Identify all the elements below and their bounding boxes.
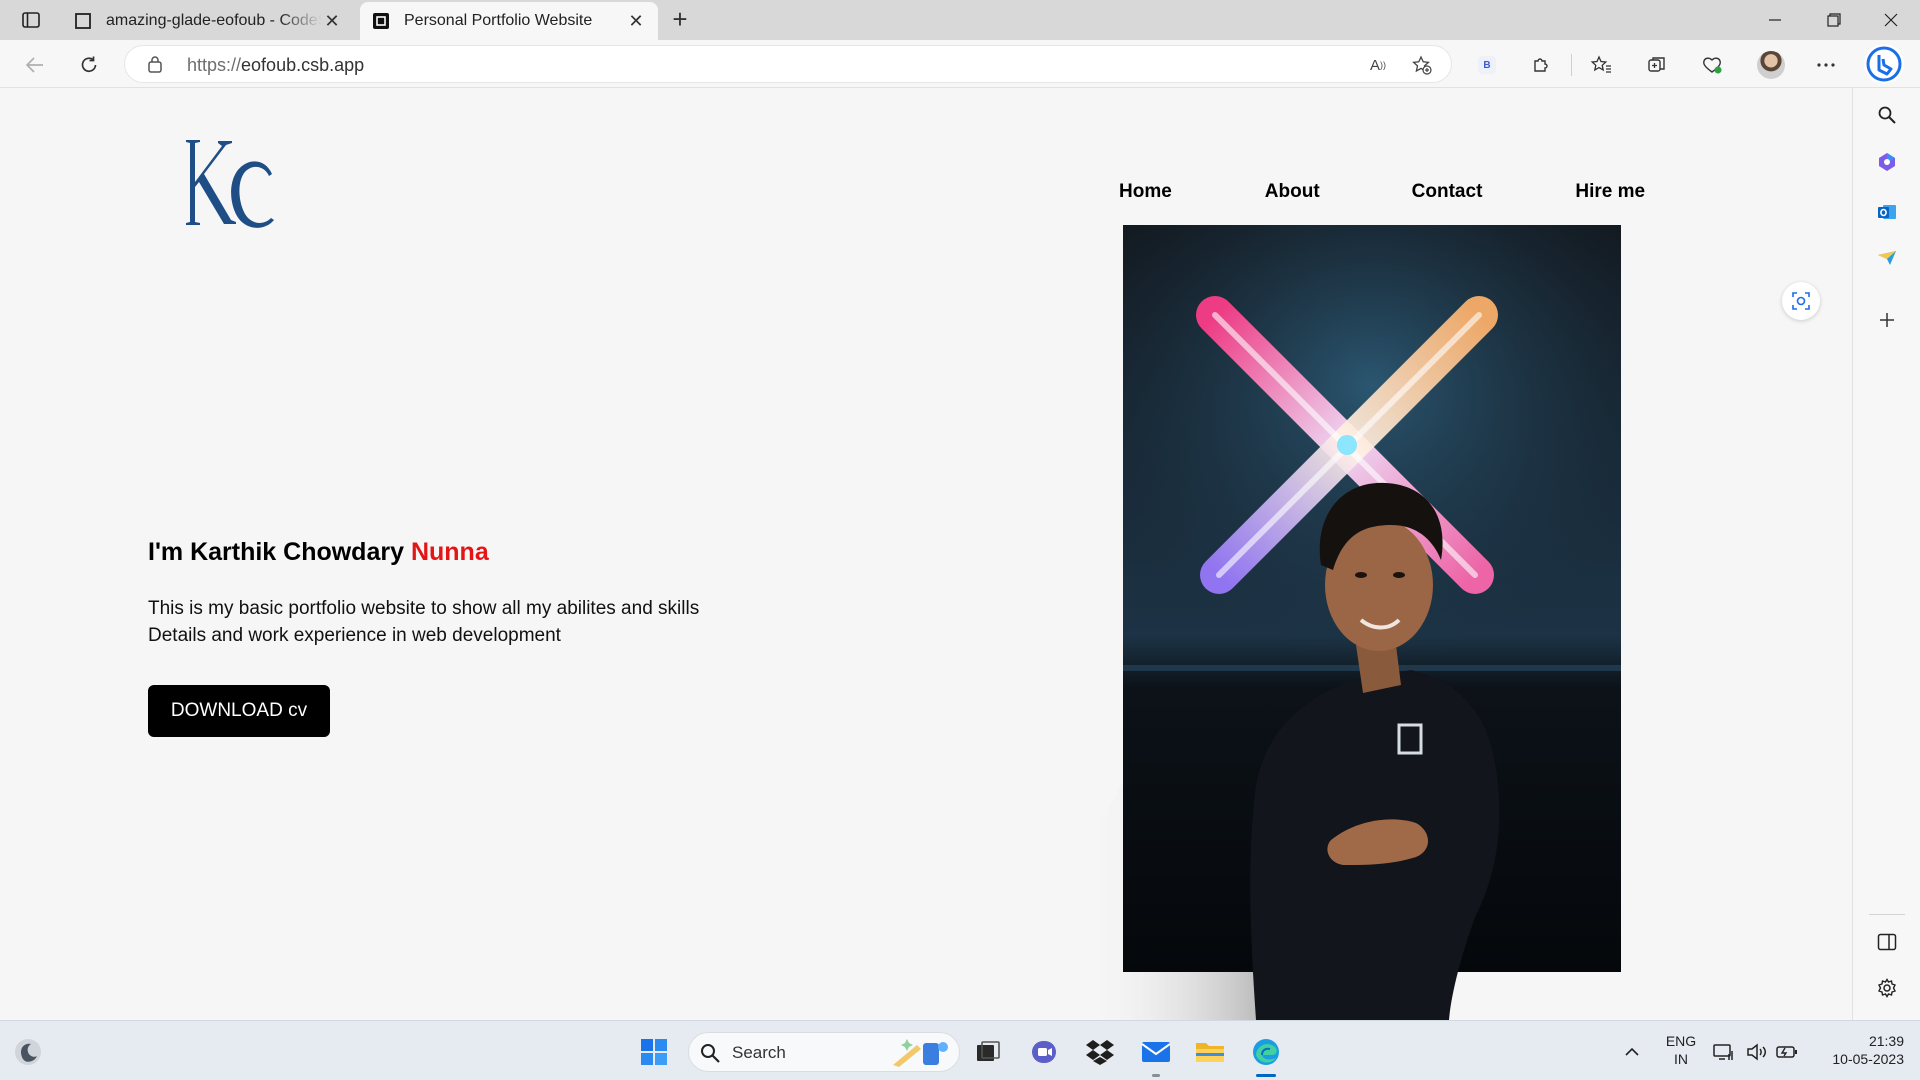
close-tab-icon[interactable]: ✕ [322,11,342,31]
tools-icon[interactable] [1873,148,1901,176]
task-view-icon[interactable] [970,1034,1006,1070]
settings-gear-icon[interactable] [1873,974,1901,1002]
add-sidebar-app-icon[interactable] [1873,306,1901,334]
windows-taskbar: Search ENG IN 21:39 10-05-2023 [0,1020,1920,1080]
nav-hire-me[interactable]: Hire me [1575,181,1645,203]
start-windows-icon[interactable] [636,1034,672,1070]
close-tab-icon[interactable]: ✕ [626,11,646,31]
restore-button[interactable] [1806,0,1862,40]
search-icon [701,1044,720,1063]
search-highlight-icon [893,1039,948,1067]
more-options-icon[interactable] [1811,50,1841,80]
outlook-icon[interactable] [1873,198,1901,226]
add-favorite-icon[interactable] [1409,53,1435,77]
profile-avatar[interactable] [1756,50,1786,80]
tab-codesandbox[interactable]: amazing-glade-eofoub - CodeSandbox ✕ [62,2,354,40]
hero-description: This is my basic portfolio website to sh… [148,595,788,649]
taskbar-search[interactable]: Search [688,1032,960,1072]
hide-sidebar-icon[interactable] [1873,928,1901,956]
hero-name-prefix: I'm Karthik Chowdary [148,538,411,566]
lock-icon[interactable] [147,55,163,73]
open-app-indicator [1152,1074,1160,1077]
edge-sidebar [1852,88,1920,1020]
refresh-button[interactable] [74,50,104,80]
tab-bar: amazing-glade-eofoub - CodeSandbox ✕ Per… [0,0,1920,40]
tab-title: amazing-glade-eofoub - CodeSandbox [106,12,322,29]
portfolio-favicon-icon [373,13,389,29]
active-app-indicator [1256,1074,1276,1077]
read-aloud-icon[interactable]: A)) [1365,53,1391,77]
address-bar[interactable]: https://eofoub.csb.app A)) [124,45,1452,83]
new-tab-button[interactable]: + [666,6,694,32]
url-text[interactable]: https://eofoub.csb.app [187,55,364,76]
hero-name-highlight: Nunna [410,538,489,566]
network-icon[interactable] [1710,1034,1736,1070]
collections-icon[interactable] [1642,50,1672,80]
sidebar-divider [1869,914,1905,915]
mail-icon[interactable] [1138,1034,1174,1070]
profile-photo [1081,225,1621,1020]
widgets-icon[interactable] [10,1034,46,1070]
volume-icon[interactable] [1744,1034,1770,1070]
search-icon[interactable] [1873,101,1901,129]
extension-badge-icon[interactable]: B [1472,50,1502,80]
extensions-icon[interactable] [1526,50,1556,80]
edge-browser-icon[interactable] [1248,1034,1284,1070]
send-icon[interactable] [1873,244,1901,272]
nav-home[interactable]: Home [1119,181,1172,203]
kc-logo[interactable] [174,134,284,246]
codesandbox-favicon-icon [75,13,91,29]
main-nav: Home About Contact Hire me [1119,181,1645,203]
nav-about[interactable]: About [1265,181,1320,203]
file-explorer-icon[interactable] [1192,1034,1228,1070]
favorites-icon[interactable] [1586,50,1616,80]
show-hidden-icons-chevron-icon[interactable] [1614,1034,1650,1070]
nav-contact[interactable]: Contact [1412,181,1483,203]
page-viewport: Home About Contact Hire me I'm Karthik C… [0,88,1852,1020]
dropbox-icon[interactable] [1082,1034,1118,1070]
download-cv-button[interactable]: DOWNLOAD cv [148,685,330,737]
language-indicator[interactable]: ENG IN [1662,1032,1700,1068]
close-window-button[interactable] [1863,0,1919,40]
tab-title: Personal Portfolio Website [404,12,593,29]
tab-portfolio[interactable]: Personal Portfolio Website ✕ [360,2,658,40]
hero-description-line1: This is my basic portfolio website to sh… [148,598,700,619]
clock[interactable]: 21:39 10-05-2023 [1810,1032,1904,1068]
search-placeholder: Search [732,1043,786,1062]
browser-essentials-icon[interactable] [1697,50,1727,80]
minimize-button[interactable] [1747,0,1803,40]
hero-description-line2: Details and work experience in web devel… [148,625,561,646]
bing-copilot-icon[interactable] [1864,44,1904,84]
toolbar-divider [1571,54,1572,76]
clock-time: 21:39 [1868,1033,1904,1049]
tab-actions-icon[interactable] [14,8,48,32]
battery-icon[interactable] [1774,1034,1800,1070]
back-button[interactable] [20,50,50,80]
hero-heading: I'm Karthik Chowdary Nunna [148,538,489,567]
clock-date: 10-05-2023 [1832,1051,1904,1067]
teams-chat-icon[interactable] [1026,1034,1062,1070]
browser-toolbar: https://eofoub.csb.app A)) B [0,40,1920,88]
visual-search-icon[interactable] [1782,282,1820,320]
